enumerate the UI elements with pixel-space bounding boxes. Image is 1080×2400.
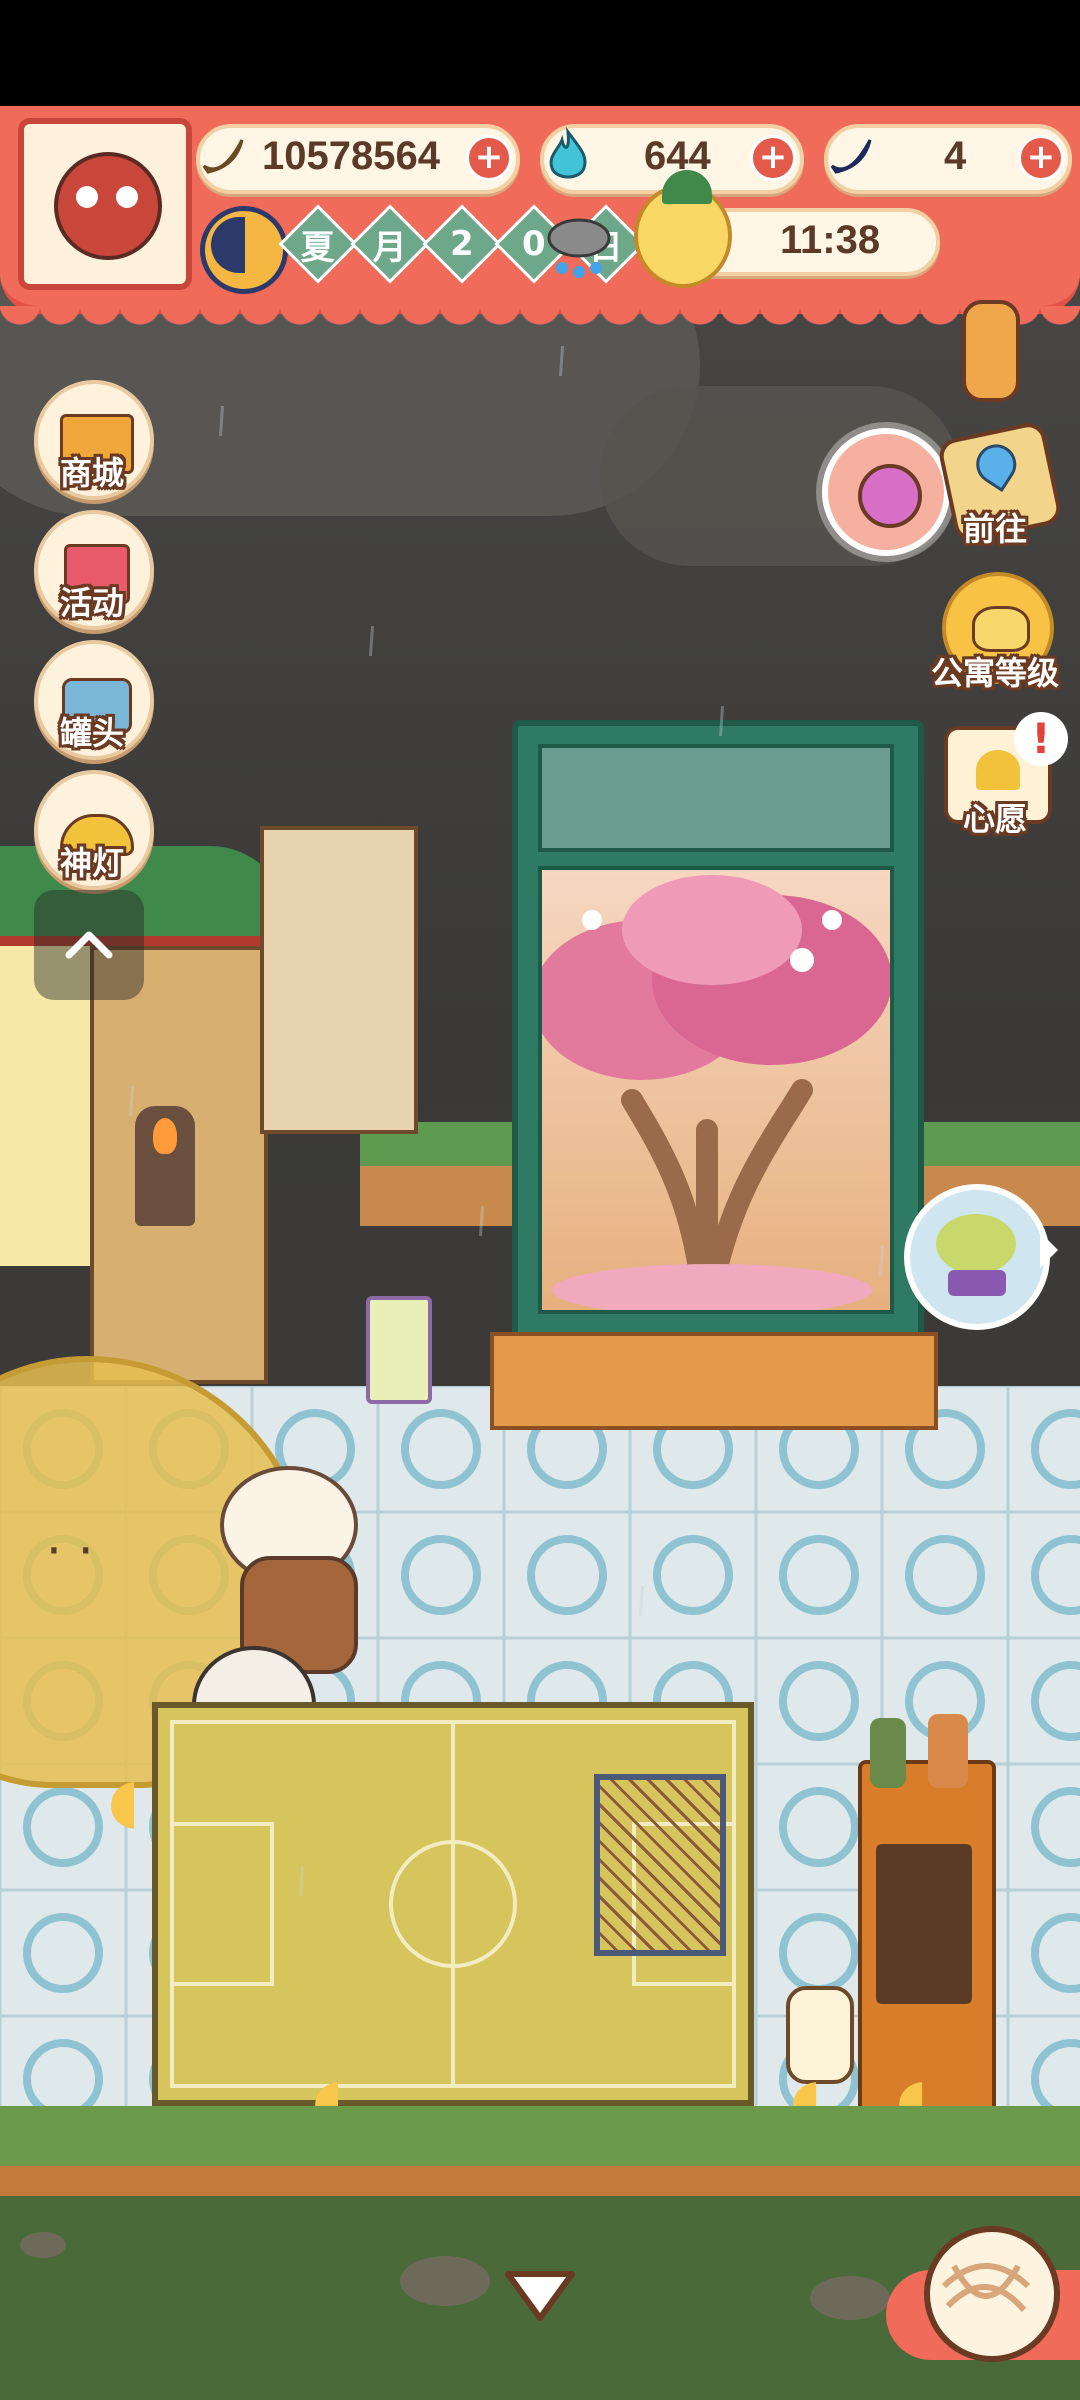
wish-button[interactable]: ! 心愿 [930, 712, 1070, 852]
apartment-level-button[interactable]: 公寓等级 [920, 572, 1070, 702]
wish-alert-badge: ! [1014, 712, 1068, 766]
wish-label: 心愿 [962, 800, 1027, 838]
house-side-wall [260, 826, 418, 1134]
apartment-level-label: 公寓等级 [930, 654, 1059, 692]
add-bananas-button[interactable]: + [466, 135, 512, 181]
sakura-cabinet[interactable] [512, 720, 924, 1352]
can-button[interactable]: 罐头 [22, 640, 162, 780]
cabinet-glass [538, 866, 894, 1314]
event-button[interactable]: 活动 [22, 510, 162, 650]
blue-banana-currency: 4 + [824, 124, 1072, 194]
blue-fire-icon [540, 126, 596, 182]
cabinet-top-glass [538, 744, 894, 852]
yarn-ball-button[interactable] [924, 2226, 1060, 2362]
avatar-face-icon [54, 152, 162, 260]
season-char: 夏 [278, 204, 358, 284]
add-fire-gems-button[interactable]: + [750, 135, 796, 181]
shop-button[interactable]: 商城 [22, 380, 162, 520]
lamp-label: 神灯 [59, 844, 124, 882]
season-char: 2 [422, 204, 502, 284]
add-blue-bananas-button[interactable]: + [1018, 135, 1064, 181]
scroll-down-button[interactable] [500, 2266, 580, 2330]
flower-icon [858, 464, 922, 528]
blue-banana-count: 4 [944, 134, 967, 178]
lamp-button[interactable]: 神灯 [22, 770, 162, 910]
yarn-icon [941, 2263, 1031, 2312]
clock-time: 11:38 [780, 218, 881, 262]
season-clock-icon[interactable] [200, 206, 288, 294]
season-char: 月 [350, 204, 430, 284]
cabinet-stand [490, 1332, 938, 1430]
bonsai-task-button[interactable] [904, 1184, 1050, 1330]
bottle [928, 1714, 968, 1788]
banana-icon [194, 126, 250, 182]
player-avatar[interactable] [18, 118, 192, 290]
soccer-goal [594, 1774, 726, 1956]
banana-currency: 10578564 + [196, 124, 520, 194]
hanging-charm [962, 300, 1020, 402]
expand-arrow-icon[interactable] [1040, 1232, 1058, 1268]
bin [366, 1296, 432, 1404]
collapse-menu-button[interactable] [34, 890, 144, 1000]
goto-button[interactable]: 前往 [930, 419, 1064, 560]
blue-banana-icon [822, 126, 878, 182]
shop-label: 商城 [59, 454, 124, 492]
bottle [870, 1718, 906, 1788]
bird-character[interactable] [210, 1466, 370, 1674]
can-label: 罐头 [59, 714, 124, 752]
event-label: 活动 [59, 584, 124, 622]
goto-label: 前往 [962, 510, 1027, 548]
banana-pickup[interactable]: ◖ [108, 1766, 140, 1836]
cherry-tree [542, 875, 890, 1310]
oil-lamp [135, 1106, 195, 1226]
status-bar [0, 0, 1080, 106]
sun-character-icon[interactable] [634, 170, 732, 288]
banana-count: 10578564 [262, 134, 440, 178]
rain-cloud-icon[interactable] [544, 212, 614, 282]
bonsai-icon [936, 1214, 1016, 1274]
